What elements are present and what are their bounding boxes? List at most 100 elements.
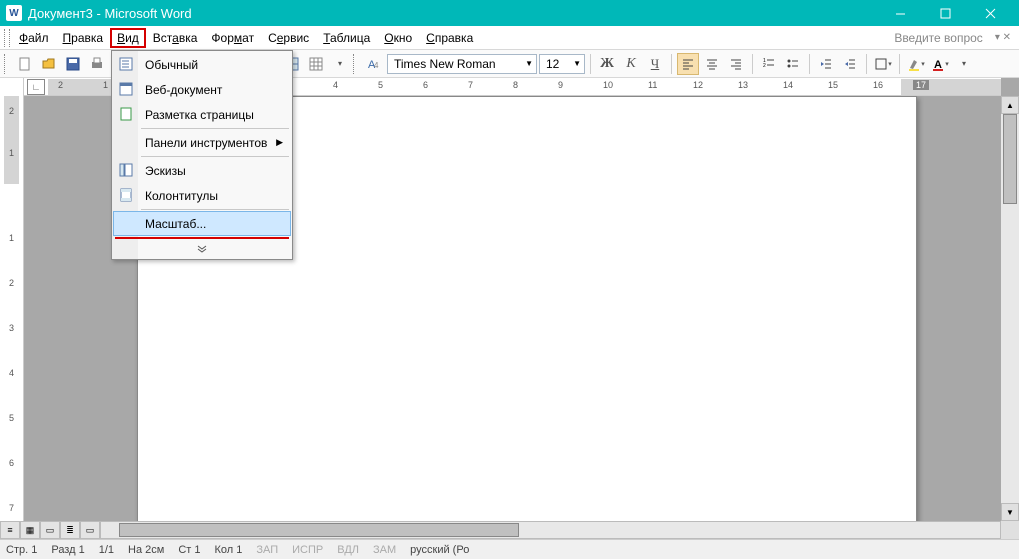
toolbar-separator <box>752 54 753 74</box>
increase-indent-button[interactable] <box>839 53 861 75</box>
header-footer-icon <box>118 187 134 203</box>
menuitem-web[interactable]: Веб-документ <box>113 77 291 102</box>
menuitem-header-footer[interactable]: Колонтитулы <box>113 183 291 208</box>
reading-view-button[interactable]: ▭ <box>80 521 100 539</box>
maximize-button[interactable] <box>923 0 968 26</box>
menuitem-print-layout[interactable]: Разметка страницы <box>113 102 291 127</box>
menuitem-label: Разметка страницы <box>145 108 254 122</box>
font-name-value: Times New Roman <box>394 57 496 71</box>
scroll-down-button[interactable]: ▼ <box>1001 503 1019 521</box>
menu-window[interactable]: Окно <box>377 28 419 48</box>
menu-insert[interactable]: Вставка <box>146 28 205 48</box>
web-view-button[interactable]: ▦ <box>20 521 40 539</box>
font-size-value: 12 <box>546 57 559 71</box>
menu-highlight-separator <box>115 237 289 239</box>
horizontal-scrollbar[interactable] <box>100 521 1001 539</box>
status-page[interactable]: Стр. 1 <box>6 544 37 556</box>
menuitem-thumbnails[interactable]: Эскизы <box>113 158 291 183</box>
menuitem-label: Колонтитулы <box>145 189 218 203</box>
vertical-scrollbar[interactable]: ▲ ▼ <box>1001 96 1019 521</box>
menu-table[interactable]: Таблица <box>316 28 377 48</box>
bullet-list-button[interactable] <box>782 53 804 75</box>
menu-separator <box>141 209 289 210</box>
font-name-combo[interactable]: Times New Roman ▼ <box>387 54 537 74</box>
menu-help[interactable]: Справка <box>419 28 480 48</box>
italic-button[interactable]: К <box>620 53 642 75</box>
font-size-combo[interactable]: 12▼ <box>539 54 585 74</box>
scroll-thumb[interactable] <box>1003 114 1017 204</box>
menubar-dropdown-icon[interactable]: ▾ ✕ <box>991 32 1015 43</box>
styles-button[interactable]: A4 <box>363 53 385 75</box>
toolbar-grip[interactable] <box>4 54 10 74</box>
menubar: Файл Правка Вид Вставка Формат Сервис Та… <box>0 26 1019 50</box>
highlight-button[interactable]: ▾ <box>905 53 927 75</box>
vertical-ruler[interactable]: 2 1 1 2 3 4 5 6 7 <box>0 78 24 539</box>
align-right-button[interactable] <box>725 53 747 75</box>
status-line[interactable]: Ст 1 <box>178 544 200 556</box>
status-ext[interactable]: ВДЛ <box>337 544 359 556</box>
status-section[interactable]: Разд 1 <box>51 544 84 556</box>
menuitem-label: Веб-документ <box>145 83 222 97</box>
status-trk[interactable]: ИСПР <box>292 544 323 556</box>
save-button[interactable] <box>62 53 84 75</box>
menuitem-toolbars[interactable]: Панели инструментов ▶ <box>113 130 291 155</box>
new-doc-button[interactable] <box>14 53 36 75</box>
status-col[interactable]: Кол 1 <box>214 544 242 556</box>
menubar-grip[interactable] <box>4 29 10 47</box>
scroll-up-button[interactable]: ▲ <box>1001 96 1019 114</box>
menu-tools[interactable]: Сервис <box>261 28 316 48</box>
align-center-button[interactable] <box>701 53 723 75</box>
bottom-scroll-row: ≡ ▦ ▭ ≣ ▭ <box>0 521 1001 539</box>
menu-format[interactable]: Формат <box>204 28 261 48</box>
print-layout-button[interactable]: ▭ <box>40 521 60 539</box>
font-color-button[interactable]: A▾ <box>929 53 951 75</box>
statusbar: Стр. 1 Разд 1 1/1 На 2см Ст 1 Кол 1 ЗАП … <box>0 539 1019 559</box>
thumbnails-icon <box>118 162 134 178</box>
menu-edit[interactable]: Правка <box>56 28 111 48</box>
menu-expand-button[interactable] <box>113 240 291 258</box>
chevron-down-icon: ▼ <box>525 59 533 68</box>
hscroll-thumb[interactable] <box>119 523 519 537</box>
view-menu-dropdown: Обычный Веб-документ Разметка страницы П… <box>111 50 293 260</box>
toolbar-grip-2[interactable] <box>353 54 359 74</box>
menuitem-zoom[interactable]: Масштаб... <box>113 211 291 236</box>
status-ovr[interactable]: ЗАМ <box>373 544 396 556</box>
minimize-button[interactable] <box>878 0 923 26</box>
tab-selector[interactable]: ∟ <box>27 79 45 95</box>
outline-view-button[interactable]: ≣ <box>60 521 80 539</box>
menu-view[interactable]: Вид <box>110 28 146 48</box>
toolbar-separator <box>899 54 900 74</box>
menuitem-label: Обычный <box>145 58 198 72</box>
status-pages[interactable]: 1/1 <box>99 544 114 556</box>
normal-view-button[interactable]: ≡ <box>0 521 20 539</box>
underline-button[interactable]: Ч <box>644 53 666 75</box>
scroll-corner <box>1001 521 1019 539</box>
menuitem-label: Эскизы <box>145 164 186 178</box>
menu-separator <box>141 128 289 129</box>
svg-text:4: 4 <box>374 61 379 70</box>
menu-separator <box>141 156 289 157</box>
menu-file[interactable]: Файл <box>12 28 56 48</box>
toolbar-separator <box>590 54 591 74</box>
menuitem-label: Масштаб... <box>145 217 206 231</box>
menuitem-normal[interactable]: Обычный <box>113 52 291 77</box>
borders-button[interactable]: ▾ <box>872 53 894 75</box>
status-rec[interactable]: ЗАП <box>256 544 278 556</box>
align-left-button[interactable] <box>677 53 699 75</box>
help-search[interactable]: Введите вопрос <box>894 31 991 45</box>
toolbar-overflow-icon[interactable]: ▾ <box>329 53 351 75</box>
print-button[interactable] <box>86 53 108 75</box>
insert-table-button[interactable] <box>305 53 327 75</box>
web-view-icon <box>118 81 134 97</box>
status-at[interactable]: На 2см <box>128 544 164 556</box>
toolbar-separator <box>809 54 810 74</box>
decrease-indent-button[interactable] <box>815 53 837 75</box>
close-button[interactable] <box>968 0 1013 26</box>
toolbar-overflow-icon[interactable]: ▾ <box>953 53 975 75</box>
open-button[interactable] <box>38 53 60 75</box>
status-lang[interactable]: русский (Ро <box>410 544 469 556</box>
numbered-list-button[interactable]: 12 <box>758 53 780 75</box>
bold-button[interactable]: Ж <box>596 53 618 75</box>
submenu-arrow-icon: ▶ <box>276 137 283 148</box>
word-logo-icon: W <box>6 5 22 21</box>
